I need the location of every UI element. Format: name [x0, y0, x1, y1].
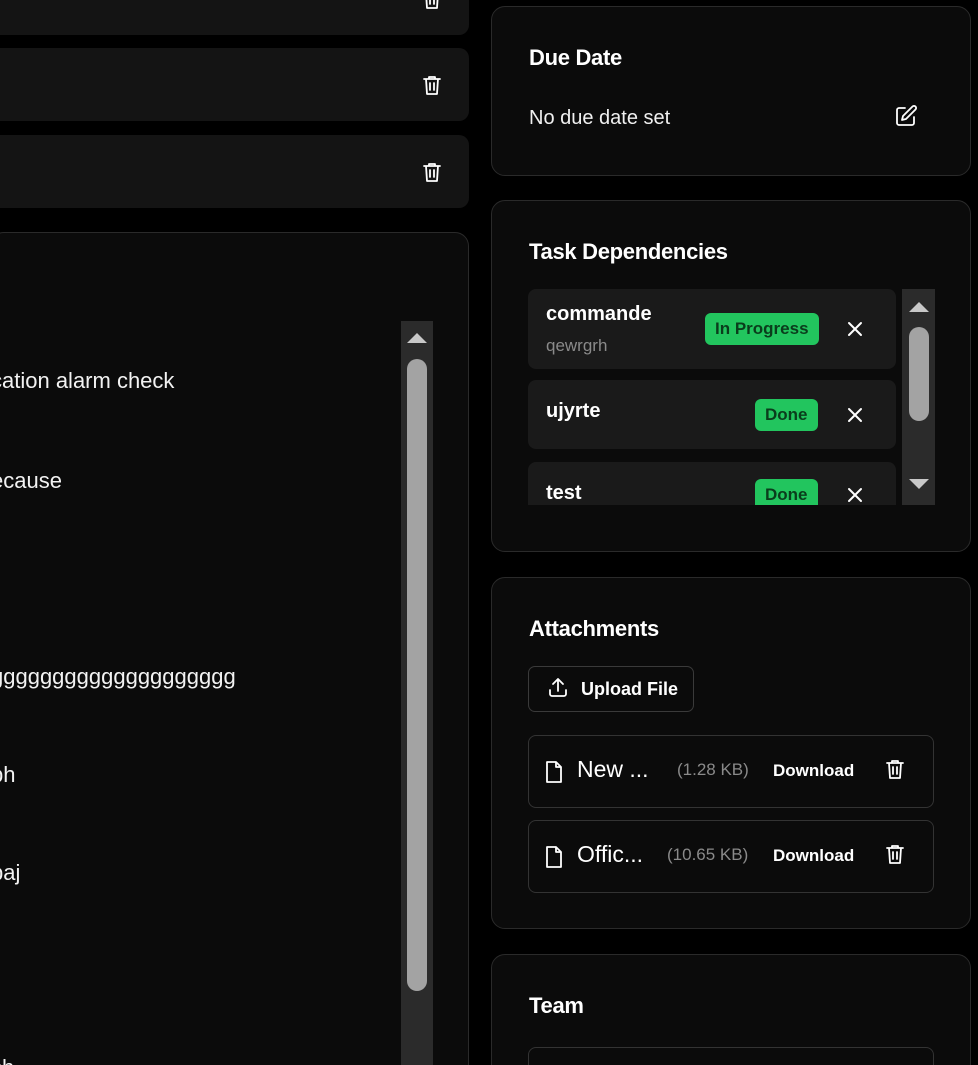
subtask-row[interactable]: [0, 0, 469, 35]
comment-text: paj: [0, 860, 21, 885]
dependencies-scrollbar[interactable]: [902, 289, 935, 505]
dependency-item[interactable]: commande qewrgrh In Progress: [528, 289, 896, 369]
attachment-item: Offic... (10.65 KB) Download: [528, 820, 934, 893]
comment-text: ecause: [0, 468, 62, 493]
trash-icon[interactable]: [420, 0, 444, 11]
subtask-row[interactable]: [0, 135, 469, 208]
trash-icon[interactable]: [885, 843, 905, 870]
due-date-value: No due date set: [529, 107, 671, 129]
trash-icon[interactable]: [420, 160, 444, 184]
comment-text: ch: [0, 1055, 14, 1065]
remove-dependency-icon[interactable]: [844, 484, 866, 505]
comment-text: ph: [0, 762, 16, 787]
scrollbar-thumb[interactable]: [908, 327, 929, 421]
attachment-name: Offic...: [577, 841, 644, 867]
trash-icon[interactable]: [885, 758, 905, 785]
dependency-item[interactable]: ujyrte Done: [528, 380, 896, 449]
comments-scrollbar[interactable]: [401, 321, 433, 1065]
file-icon: [543, 760, 565, 789]
remove-dependency-icon[interactable]: [844, 318, 866, 340]
upload-file-label: Upload File: [581, 678, 679, 699]
scroll-down-arrow-icon[interactable]: [908, 479, 929, 489]
task-detail-page: cation alarm check ecause gggggggggggggg…: [0, 0, 978, 1065]
remove-dependency-icon[interactable]: [844, 404, 866, 426]
dependency-name: test: [546, 482, 582, 504]
team-card: Team: [491, 954, 971, 1065]
download-button[interactable]: Download: [773, 846, 854, 866]
download-button[interactable]: Download: [773, 761, 854, 781]
upload-file-button[interactable]: Upload File: [528, 666, 694, 712]
team-member-item[interactable]: [528, 1047, 934, 1065]
dependency-name: commande: [546, 303, 652, 325]
dependency-name: ujyrte: [546, 400, 601, 422]
file-icon: [543, 845, 565, 874]
comment-text: cation alarm check: [0, 368, 175, 393]
upload-icon: [547, 676, 569, 703]
due-date-card: Due Date No due date set: [491, 6, 971, 176]
status-badge: In Progress: [705, 313, 819, 345]
scroll-up-arrow-icon[interactable]: [908, 302, 929, 312]
due-date-title: Due Date: [529, 45, 622, 70]
scroll-up-arrow-icon[interactable]: [407, 333, 427, 343]
dependency-item[interactable]: test Done: [528, 462, 896, 505]
team-title: Team: [529, 993, 584, 1018]
task-dependencies-card: Task Dependencies commande qewrgrh In Pr…: [491, 200, 971, 552]
attachment-item: New ... (1.28 KB) Download: [528, 735, 934, 808]
attachment-size: (10.65 KB): [667, 845, 749, 864]
edit-icon[interactable]: [894, 104, 918, 128]
comments-panel: cation alarm check ecause gggggggggggggg…: [0, 232, 469, 1065]
dependency-subtitle: qewrgrh: [546, 336, 608, 355]
attachments-card: Attachments Upload File New ... (1.28 KB…: [491, 577, 971, 929]
dependencies-title: Task Dependencies: [529, 239, 728, 264]
attachment-size: (1.28 KB): [677, 760, 749, 779]
attachments-title: Attachments: [529, 616, 659, 641]
status-badge: Done: [755, 399, 818, 431]
subtask-row[interactable]: [0, 48, 469, 121]
dependency-list: commande qewrgrh In Progress ujyrte Done…: [528, 289, 896, 505]
trash-icon[interactable]: [420, 73, 444, 97]
status-badge: Done: [755, 479, 818, 505]
comment-text: gggggggggggggggggggg: [0, 664, 236, 689]
scrollbar-thumb[interactable]: [407, 359, 427, 991]
attachment-name: New ...: [577, 756, 649, 782]
